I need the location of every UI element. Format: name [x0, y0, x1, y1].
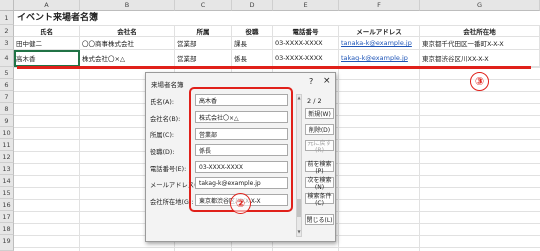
- table-cell[interactable]: 03-XXXX-XXXX: [273, 37, 339, 50]
- column-header-c[interactable]: C: [175, 0, 232, 11]
- table-cell[interactable]: 課長: [232, 37, 273, 50]
- row-header-9[interactable]: 9: [0, 115, 14, 127]
- new-button[interactable]: 新規(W): [305, 108, 334, 119]
- field-label-position: 役職(D):: [150, 149, 175, 156]
- column-header-g[interactable]: G: [420, 0, 540, 11]
- sheet-title[interactable]: イベント来場者名簿: [17, 12, 98, 25]
- column-header-f[interactable]: F: [339, 0, 420, 11]
- table-cell[interactable]: 営業部: [175, 37, 232, 50]
- row-header-18[interactable]: 18: [0, 223, 14, 235]
- delete-button[interactable]: 削除(D): [305, 124, 334, 135]
- row-header-5[interactable]: 5: [0, 67, 14, 79]
- row-header-2[interactable]: 2: [0, 25, 14, 37]
- help-icon[interactable]: ?: [309, 77, 313, 86]
- email-link-text[interactable]: takag-k@example.jp: [341, 54, 408, 62]
- row-header-13[interactable]: 13: [0, 163, 14, 175]
- criteria-button[interactable]: 検索条件(C): [305, 193, 334, 207]
- field-label-address: 会社所在地(G):: [150, 199, 194, 206]
- column-header-b[interactable]: B: [80, 0, 175, 11]
- column-header-d[interactable]: D: [232, 0, 273, 11]
- row-header-19[interactable]: 19: [0, 235, 14, 251]
- field-label-company: 会社名(B):: [150, 116, 181, 123]
- column-header-a[interactable]: A: [14, 0, 80, 11]
- email-link[interactable]: tanaka-k@example.jp: [339, 37, 420, 50]
- close-button[interactable]: 閉じる(L): [305, 214, 334, 225]
- annotation-circle-three: ③: [470, 72, 489, 91]
- row-header-3[interactable]: 3: [0, 37, 14, 50]
- table-cell[interactable]: 東京都渋谷区川XX-X-X: [420, 50, 540, 67]
- header-position[interactable]: 役職: [232, 25, 273, 37]
- table-cell[interactable]: 株式会社〇×△: [80, 50, 175, 67]
- scroll-down-arrow-icon[interactable]: ▼: [297, 229, 301, 235]
- scroll-up-arrow-icon[interactable]: ▲: [297, 95, 301, 101]
- table-cell[interactable]: 営業部: [175, 50, 232, 67]
- close-icon[interactable]: ×: [323, 76, 331, 86]
- find-next-button[interactable]: 次を検索(N): [305, 177, 334, 191]
- header-address[interactable]: 会社所在地: [420, 25, 540, 37]
- table-cell[interactable]: 03-XXXX-XXXX: [273, 50, 339, 67]
- select-all-corner[interactable]: [0, 0, 14, 11]
- annotation-circle-two: ②: [230, 193, 251, 214]
- row-header-12[interactable]: 12: [0, 151, 14, 163]
- record-scrollbar[interactable]: ▲ ▼: [296, 94, 302, 237]
- header-department[interactable]: 所属: [175, 25, 232, 37]
- table-cell[interactable]: 東京都千代田区一番町X-X-X: [420, 37, 540, 50]
- row-header-7[interactable]: 7: [0, 91, 14, 103]
- header-phone[interactable]: 電話番号: [273, 25, 339, 37]
- row-header-17[interactable]: 17: [0, 211, 14, 223]
- table-cell[interactable]: 〇〇商事株式会社: [80, 37, 175, 50]
- scroll-thumb[interactable]: [297, 199, 301, 217]
- header-name[interactable]: 氏名: [14, 25, 80, 37]
- row-header-14[interactable]: 14: [0, 175, 14, 187]
- find-prev-button[interactable]: 前を検索(P): [305, 161, 334, 175]
- row-header-11[interactable]: 11: [0, 139, 14, 151]
- email-link-text[interactable]: tanaka-k@example.jp: [341, 39, 412, 47]
- row-header-10[interactable]: 10: [0, 127, 14, 139]
- field-label-department: 所属(C):: [150, 132, 175, 139]
- field-label-name: 氏名(A):: [150, 99, 174, 106]
- column-header-e[interactable]: E: [273, 0, 339, 11]
- row-header-16[interactable]: 16: [0, 199, 14, 211]
- field-label-phone: 電話番号(E):: [150, 166, 187, 173]
- table-cell[interactable]: 田中健二: [14, 37, 80, 50]
- email-link[interactable]: takag-k@example.jp: [339, 50, 420, 67]
- active-cell-border: [14, 50, 80, 67]
- row-header-4[interactable]: 4: [0, 50, 14, 67]
- table-cell[interactable]: 係長: [232, 50, 273, 67]
- row-headers: 1 2 3 4 5 6 7 8 9 10 11 12 13 14 15 16 1…: [0, 11, 14, 251]
- data-form-dialog: 来場者名簿 ? × 氏名(A): 会社名(B): 所属(C): 役職(D): 電…: [145, 72, 336, 242]
- row-highlight-underline: [17, 66, 531, 69]
- record-counter: 2 / 2: [307, 97, 322, 105]
- restore-button[interactable]: 元に戻す(R): [305, 140, 334, 154]
- header-email[interactable]: メールアドレス: [339, 25, 420, 37]
- dialog-title: 来場者名簿: [151, 81, 184, 89]
- row-header-15[interactable]: 15: [0, 187, 14, 199]
- row-header-6[interactable]: 6: [0, 79, 14, 91]
- header-company[interactable]: 会社名: [80, 25, 175, 37]
- row-header-8[interactable]: 8: [0, 103, 14, 115]
- row-header-1[interactable]: 1: [0, 11, 14, 25]
